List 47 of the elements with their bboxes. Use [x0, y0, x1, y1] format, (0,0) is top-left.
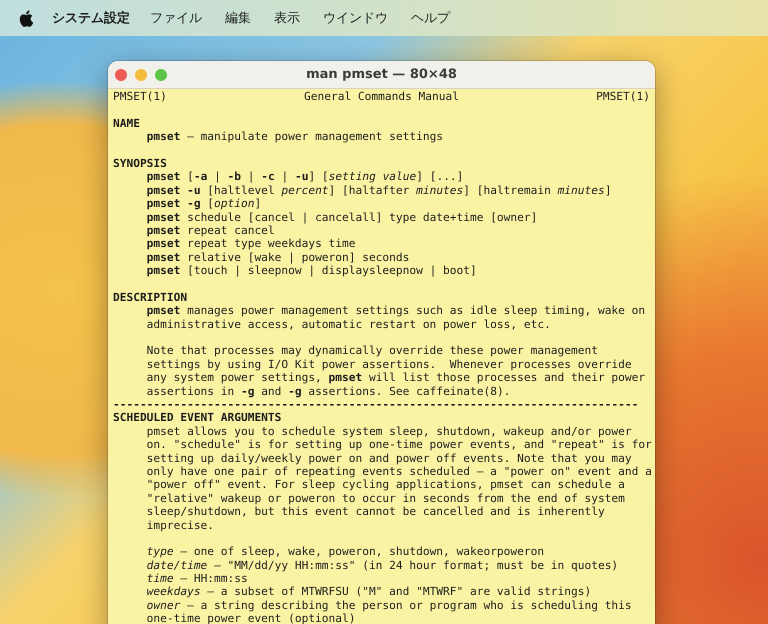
man-page-line: on. "schedule" is for setting up one-time power events, and "repeat" is for — [146, 438, 652, 452]
zoom-button[interactable] — [155, 68, 167, 80]
man-page-header: PMSET(1) — [113, 90, 167, 104]
man-page-line: "power off" event. For sleep cycling applications, pmset can schedule a — [146, 478, 625, 492]
man-page-line: pmset schedule [cancel | cancelall] type date+time [owner] — [146, 210, 538, 224]
app-menu[interactable]: システム設定 — [52, 9, 130, 27]
man-page-line: pmset allows you to schedule system sleep, shutdown, wakeup and/or power — [146, 424, 632, 438]
man-page-line: pmset – manipulate power management settings — [146, 130, 444, 144]
man-page-line: Note that processes may dynamically override these power management — [146, 344, 598, 358]
man-page-line: pmset [-a | -b | -c | -u] [setting value] [...] — [146, 170, 464, 184]
man-page-line: date/time – "MM/dd/yy HH:mm:ss" (in 24 hour format; must be in quotes) — [146, 558, 618, 572]
section-heading: NAME — [113, 116, 140, 130]
man-page-line: pmset manages power management settings such as idle sleep timing, wake on — [146, 304, 646, 318]
man-page-line: pmset -u [haltlevel percent] [haltafter minutes] [haltremain minutes] — [146, 184, 612, 197]
man-page-line: weekdays – a subset of MTWRFSU ("M" and "MTWRF" are valid strings) — [146, 585, 592, 598]
menu-item[interactable]: ヘルプ — [411, 9, 450, 27]
man-page-line: pmset relative [wake | poweron] seconds — [146, 250, 410, 264]
menu-item[interactable]: ウインドウ — [323, 9, 388, 27]
man-page-line: only have one pair of repeating events scheduled – a "power on" event and a — [146, 464, 652, 478]
man-page-line: pmset repeat type weekdays time — [146, 237, 356, 250]
man-page-line: sleep/shutdown, but this event cannot be cancelled and is inherently — [146, 505, 605, 518]
man-page-line: pmset -g [option] — [146, 197, 262, 210]
man-page-line: pmset repeat cancel — [146, 224, 275, 237]
man-page-line: owner – a string describing the person or program who is scheduling this — [146, 598, 632, 612]
man-page-line: imprecise. — [146, 518, 214, 532]
section-heading: SYNOPSIS — [113, 156, 167, 170]
man-page-line: administrative access, automatic restart on power loss, etc. — [146, 318, 551, 331]
man-page-line: type – one of sleep, wake, poweron, shutdown, wakeorpoweron — [146, 545, 544, 558]
menu-item[interactable]: 編集 — [225, 9, 251, 27]
section-heading: DESCRIPTION — [113, 290, 188, 304]
man-page-line: any system power settings, pmset will list those processes and their power — [146, 371, 646, 384]
man-page-line: "relative" wakeup or poweron to occur in seconds from the end of system — [146, 492, 625, 505]
apple-logo-icon[interactable] — [19, 10, 33, 26]
section-heading: SCHEDULED EVENT ARGUMENTS — [113, 411, 282, 424]
separator-line: ------------------------------------------------------------------------------ — [113, 398, 638, 411]
man-page-line: time – HH:mm:ss — [146, 572, 248, 586]
man-page-line: assertions in -g and -g assertions. See caffeinate(8). — [146, 384, 510, 398]
man-page-header: PMSET(1) — [596, 90, 650, 104]
man-page-line: setting up daily/weekly power on and power off events. Note that you may — [146, 452, 632, 465]
man-page-line: settings by using I/O Kit power assertions. Whenever processes override — [146, 358, 632, 371]
menu-item[interactable]: 表示 — [274, 9, 300, 27]
menu-item[interactable]: ファイル — [150, 9, 202, 27]
man-page-line: pmset [touch | sleepnow | displaysleepnow | boot] — [146, 264, 477, 278]
minimize-button[interactable] — [135, 68, 147, 80]
close-button[interactable] — [115, 68, 127, 80]
man-page-header: General Commands Manual — [304, 90, 459, 104]
window-title: man pmset — 80×48 — [306, 67, 457, 82]
